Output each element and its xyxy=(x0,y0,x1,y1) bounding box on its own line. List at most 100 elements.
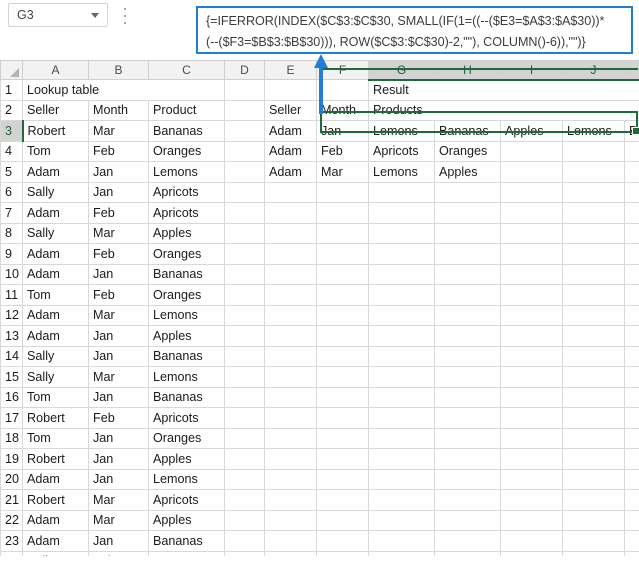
cell-k19[interactable] xyxy=(624,448,639,470)
cell-h21[interactable] xyxy=(434,489,501,511)
cell-k4[interactable] xyxy=(624,140,639,162)
cell-c14[interactable]: Bananas xyxy=(148,345,225,367)
cell-c7[interactable]: Apricots xyxy=(148,202,225,224)
cell-h17[interactable] xyxy=(434,407,501,429)
cell-d5[interactable] xyxy=(224,161,265,183)
cell-c16[interactable]: Bananas xyxy=(148,386,225,408)
cell-k6[interactable] xyxy=(624,181,639,203)
cell-g12[interactable] xyxy=(368,304,435,326)
cell-d17[interactable] xyxy=(224,407,265,429)
cell-d13[interactable] xyxy=(224,325,265,347)
row-header-10[interactable]: 10 xyxy=(0,263,23,285)
row-header-6[interactable]: 6 xyxy=(0,181,23,203)
column-header-b[interactable]: B xyxy=(88,60,149,80)
cell-g6[interactable] xyxy=(368,181,435,203)
cell-h18[interactable] xyxy=(434,427,501,449)
cell-a23[interactable]: Adam xyxy=(22,530,89,552)
row-header-8[interactable]: 8 xyxy=(0,222,23,244)
cell-e23[interactable] xyxy=(264,530,317,552)
cell-a4[interactable]: Tom xyxy=(22,140,89,162)
cell-d15[interactable] xyxy=(224,366,265,388)
column-header-a[interactable]: A xyxy=(22,60,89,80)
cell-b10[interactable]: Jan xyxy=(88,263,149,285)
cell-j23[interactable] xyxy=(562,530,625,552)
cell-j22[interactable] xyxy=(562,509,625,531)
cell-f18[interactable] xyxy=(316,427,369,449)
column-header-c[interactable]: C xyxy=(148,60,225,80)
cell-b11[interactable]: Feb xyxy=(88,284,149,306)
cell-d6[interactable] xyxy=(224,181,265,203)
cell-i17[interactable] xyxy=(500,407,563,429)
cell-c4[interactable]: Oranges xyxy=(148,140,225,162)
cell-h15[interactable] xyxy=(434,366,501,388)
cell-a3[interactable]: Robert xyxy=(22,120,89,142)
select-all-corner[interactable] xyxy=(0,60,23,80)
cell-d14[interactable] xyxy=(224,345,265,367)
cell-c22[interactable]: Apples xyxy=(148,509,225,531)
cell-c19[interactable]: Apples xyxy=(148,448,225,470)
cell-c9[interactable]: Oranges xyxy=(148,243,225,265)
formula-input[interactable]: {=IFERROR(INDEX($C$3:$C$30, SMALL(IF(1=(… xyxy=(196,6,633,54)
cell-g19[interactable] xyxy=(368,448,435,470)
cell-f9[interactable] xyxy=(316,243,369,265)
cell-e21[interactable] xyxy=(264,489,317,511)
cell-f23[interactable] xyxy=(316,530,369,552)
cell-k22[interactable] xyxy=(624,509,639,531)
cell-c5[interactable]: Lemons xyxy=(148,161,225,183)
cell-d20[interactable] xyxy=(224,468,265,490)
cell-g8[interactable] xyxy=(368,222,435,244)
cell-k20[interactable] xyxy=(624,468,639,490)
name-box[interactable]: G3 xyxy=(8,3,108,27)
cell-k11[interactable] xyxy=(624,284,639,306)
cell-g3[interactable]: Lemons xyxy=(368,120,435,142)
cell-h3[interactable]: Bananas xyxy=(434,120,501,142)
cell-c6[interactable]: Apricots xyxy=(148,181,225,203)
cell-d22[interactable] xyxy=(224,509,265,531)
cell-c12[interactable]: Lemons xyxy=(148,304,225,326)
cell-j15[interactable] xyxy=(562,366,625,388)
cell-g11[interactable] xyxy=(368,284,435,306)
cell-i23[interactable] xyxy=(500,530,563,552)
cell-k18[interactable] xyxy=(624,427,639,449)
cell-i19[interactable] xyxy=(500,448,563,470)
cell-j12[interactable] xyxy=(562,304,625,326)
cell-d11[interactable] xyxy=(224,284,265,306)
cell-b6[interactable]: Jan xyxy=(88,181,149,203)
cell-e14[interactable] xyxy=(264,345,317,367)
cell-d19[interactable] xyxy=(224,448,265,470)
cell-i15[interactable] xyxy=(500,366,563,388)
cell-k7[interactable] xyxy=(624,202,639,224)
cell-b5[interactable]: Jan xyxy=(88,161,149,183)
cell-d18[interactable] xyxy=(224,427,265,449)
cell-h6[interactable] xyxy=(434,181,501,203)
cell-i14[interactable] xyxy=(500,345,563,367)
cell-i10[interactable] xyxy=(500,263,563,285)
cell-e12[interactable] xyxy=(264,304,317,326)
cell-h13[interactable] xyxy=(434,325,501,347)
row-header-11[interactable]: 11 xyxy=(0,284,23,306)
cell-j3[interactable]: Lemons xyxy=(562,120,625,142)
cell-c21[interactable]: Apricots xyxy=(148,489,225,511)
cell-d12[interactable] xyxy=(224,304,265,326)
cell-f4[interactable]: Feb xyxy=(316,140,369,162)
cell-f14[interactable] xyxy=(316,345,369,367)
cell-h5[interactable]: Apples xyxy=(434,161,501,183)
cell-k3[interactable]: Bananas xyxy=(624,120,639,142)
cell-g15[interactable] xyxy=(368,366,435,388)
cell-f21[interactable] xyxy=(316,489,369,511)
cell-j20[interactable] xyxy=(562,468,625,490)
cell-e18[interactable] xyxy=(264,427,317,449)
cell-k23[interactable] xyxy=(624,530,639,552)
cell-i9[interactable] xyxy=(500,243,563,265)
cell-c8[interactable]: Apples xyxy=(148,222,225,244)
cell-i16[interactable] xyxy=(500,386,563,408)
cell-i4[interactable] xyxy=(500,140,563,162)
cell-b12[interactable]: Mar xyxy=(88,304,149,326)
cell-e17[interactable] xyxy=(264,407,317,429)
cell-h8[interactable] xyxy=(434,222,501,244)
cell-e4[interactable]: Adam xyxy=(264,140,317,162)
row-header-2[interactable]: 2 xyxy=(0,99,23,121)
cell-c15[interactable]: Lemons xyxy=(148,366,225,388)
cell-b20[interactable]: Jan xyxy=(88,468,149,490)
cell-e15[interactable] xyxy=(264,366,317,388)
